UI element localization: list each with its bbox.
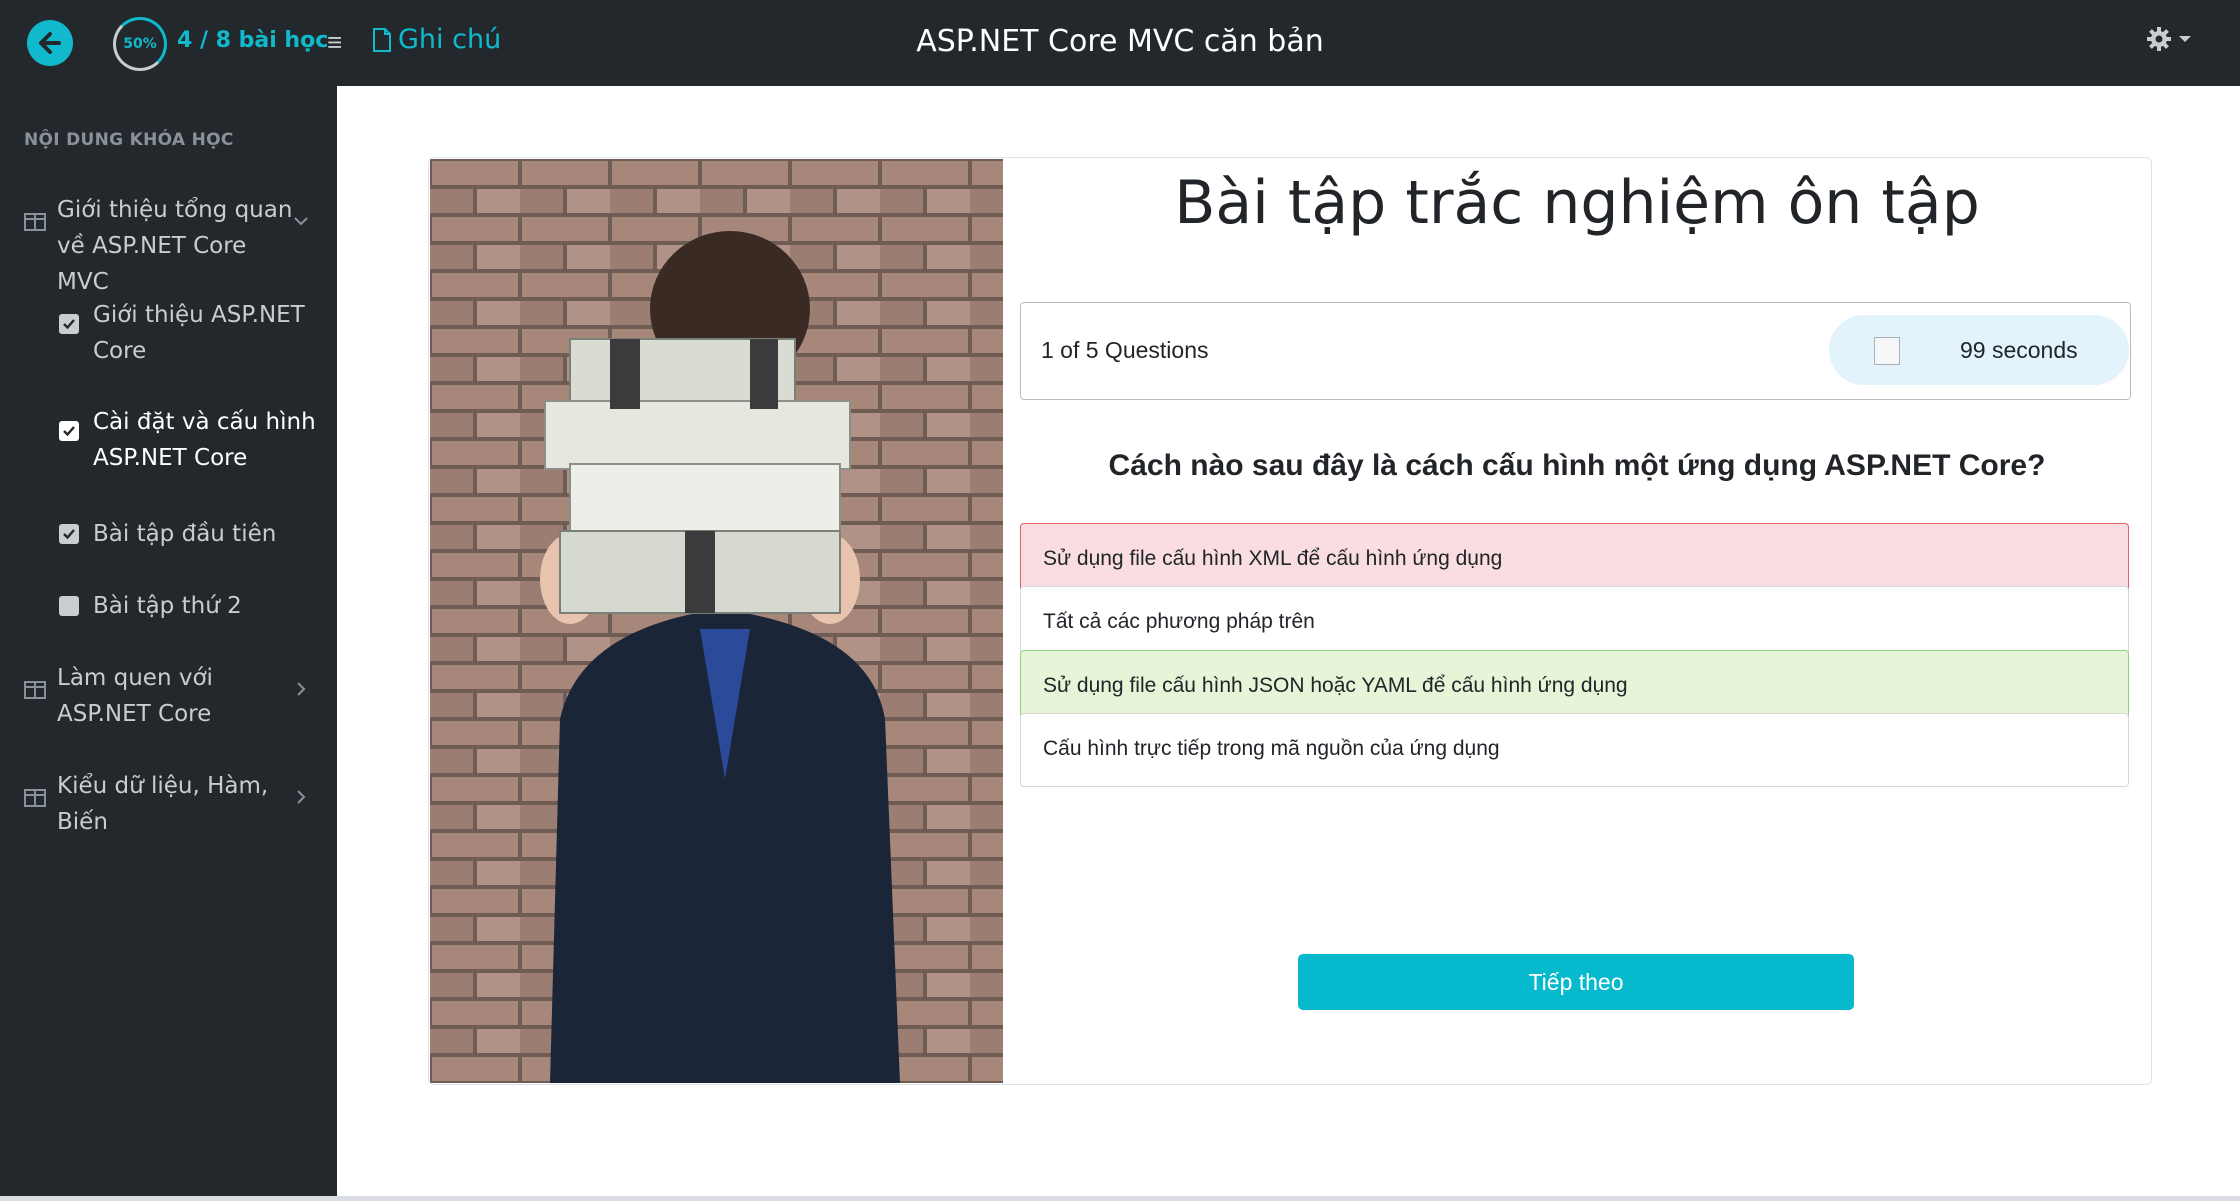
course-title: ASP.NET Core MVC căn bản [916, 24, 1324, 59]
answer-text: Cấu hình trực tiếp trong mã nguồn của ứn… [1043, 737, 1500, 760]
chevron-right-icon [297, 682, 306, 696]
check-icon [59, 314, 79, 334]
answer-text: Sử dụng file cấu hình XML để cấu hình ứn… [1043, 547, 1503, 570]
chapter-getting-started[interactable]: Làm quen với ASP.NET Core [0, 660, 337, 736]
checkbox-empty-icon [59, 596, 79, 616]
sidebar-heading: NỘI DUNG KHÓA HỌC [24, 130, 234, 150]
answer-text: Tất cả các phương pháp trên [1043, 610, 1315, 633]
lesson-label: Bài tập đầu tiên [93, 521, 277, 547]
question-counter: 1 of 5 Questions [1041, 337, 1209, 363]
lesson-item-active[interactable]: Cài đặt và cấu hình ASP.NET Core [0, 404, 337, 480]
quiz-illustration-image [430, 159, 1003, 1083]
lesson-item[interactable]: Bài tập đầu tiên [0, 516, 337, 556]
chevron-down-icon [294, 217, 308, 226]
book-icon [24, 789, 46, 807]
chapter-label: Kiểu dữ liệu, Hàm, Biến [57, 773, 269, 835]
lesson-label: Bài tập thứ 2 [93, 593, 242, 619]
timer-badge: 99 seconds [1829, 315, 2129, 385]
book-icon [24, 681, 46, 699]
answer-option[interactable]: Cấu hình trực tiếp trong mã nguồn của ứn… [1020, 713, 2129, 787]
lesson-item[interactable]: Giới thiệu ASP.NET Core [0, 297, 337, 373]
timer-text: 99 seconds [1960, 337, 2078, 363]
check-icon [59, 421, 79, 441]
book-icon [24, 213, 46, 231]
lesson-label: Cài đặt và cấu hình ASP.NET Core [93, 409, 316, 471]
chapter-label: Giới thiệu tổng quan về ASP.NET Core MVC [57, 197, 293, 295]
broken-image-icon [1874, 337, 1900, 365]
answer-text: Sử dụng file cấu hình JSON hoặc YAML để … [1043, 674, 1628, 697]
lesson-label: Giới thiệu ASP.NET Core [93, 302, 305, 364]
check-icon [59, 524, 79, 544]
next-button[interactable]: Tiếp theo [1298, 954, 1854, 1010]
lesson-item[interactable]: Bài tập thứ 2 [0, 588, 337, 628]
top-bar: 50% 4 / 8 bài học ≡ Ghi chú ASP.NET Core… [0, 0, 2240, 86]
chapter-data-types[interactable]: Kiểu dữ liệu, Hàm, Biến [0, 768, 337, 844]
quiz-status-bar: 1 of 5 Questions 99 seconds [1020, 302, 2131, 400]
quiz-card: Bài tập trắc nghiệm ôn tập 1 of 5 Questi… [428, 157, 2152, 1085]
chapter-label: Làm quen với ASP.NET Core [57, 665, 213, 727]
chapter-intro[interactable]: Giới thiệu tổng quan về ASP.NET Core MVC [0, 192, 337, 295]
chevron-right-icon [297, 790, 306, 804]
quiz-title: Bài tập trắc nghiệm ôn tập [1174, 168, 1980, 238]
question-text: Cách nào sau đây là cách cấu hình một ứn… [1108, 449, 2046, 482]
answer-option[interactable]: Tất cả các phương pháp trên [1020, 586, 2129, 660]
books-photo [430, 159, 1003, 1083]
gear-icon [2147, 27, 2171, 51]
course-sidebar: NỘI DUNG KHÓA HỌC Giới thiệu tổng quan v… [0, 86, 337, 1201]
settings-dropdown[interactable] [2146, 26, 2192, 52]
bottom-divider [0, 1196, 2240, 1201]
caret-down-icon [2179, 36, 2191, 42]
